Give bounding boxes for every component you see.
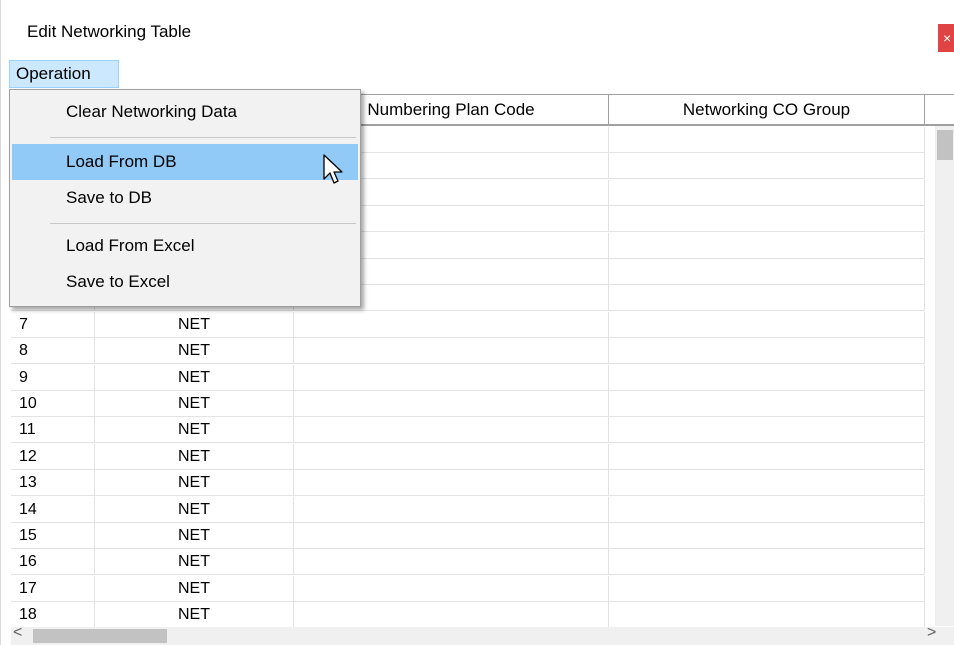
window-title: Edit Networking Table xyxy=(27,22,192,41)
networking-co-group-cell[interactable] xyxy=(609,549,925,576)
row-number-cell[interactable]: 8 xyxy=(11,338,95,365)
numbering-plan-code-cell[interactable] xyxy=(294,364,609,391)
row-number-cell[interactable]: 13 xyxy=(11,470,95,497)
networking-co-group-cell[interactable] xyxy=(609,179,925,206)
numbering-plan-code-cell[interactable] xyxy=(294,338,609,365)
networking-co-group-cell[interactable] xyxy=(609,338,925,365)
close-button[interactable]: × xyxy=(938,24,954,52)
row-number-cell[interactable]: 15 xyxy=(11,523,95,549)
table-row[interactable]: 9 NET xyxy=(11,364,925,391)
type-cell[interactable]: NET xyxy=(95,417,294,444)
menu-separator xyxy=(50,137,356,138)
edit-networking-table-window: Edit Networking Table × Operation Number… xyxy=(0,0,954,645)
horizontal-scrollbar[interactable]: < > xyxy=(11,624,954,645)
type-cell[interactable]: NET xyxy=(95,470,294,497)
networking-co-group-cell[interactable] xyxy=(609,311,925,338)
row-number-cell[interactable]: 7 xyxy=(11,311,95,338)
networking-co-group-cell[interactable] xyxy=(609,153,925,180)
networking-co-group-cell[interactable] xyxy=(609,364,925,391)
networking-co-group-cell[interactable] xyxy=(609,443,925,470)
networking-co-group-cell[interactable] xyxy=(609,602,925,629)
type-cell[interactable]: NET xyxy=(95,338,294,365)
networking-co-group-cell[interactable] xyxy=(609,470,925,497)
row-number-cell[interactable]: 16 xyxy=(11,549,95,576)
table-row[interactable]: 15 NET xyxy=(11,523,925,549)
menu-item-clear-networking-data[interactable]: Clear Networking Data xyxy=(12,94,358,130)
operation-dropdown-menu: Clear Networking Data Load From DB Save … xyxy=(9,89,361,307)
networking-co-group-cell[interactable] xyxy=(609,206,925,233)
row-number-cell[interactable]: 14 xyxy=(11,496,95,523)
table-row[interactable]: 8 NET xyxy=(11,338,925,365)
table-row[interactable]: 7 NET xyxy=(11,311,925,338)
scroll-right-arrow-icon[interactable]: > xyxy=(927,624,936,642)
table-row[interactable]: 10 NET xyxy=(11,391,925,417)
row-number-cell[interactable]: 17 xyxy=(11,575,95,602)
numbering-plan-code-cell[interactable] xyxy=(294,496,609,523)
type-cell[interactable]: NET xyxy=(95,523,294,549)
numbering-plan-code-cell[interactable] xyxy=(294,549,609,576)
networking-co-group-cell[interactable] xyxy=(609,232,925,259)
row-number-cell[interactable]: 11 xyxy=(11,417,95,444)
table-row[interactable]: 16 NET xyxy=(11,549,925,576)
table-row[interactable]: 11 NET xyxy=(11,417,925,444)
menu-item-load-from-excel[interactable]: Load From Excel xyxy=(12,228,358,264)
menu-operation[interactable]: Operation xyxy=(9,60,119,88)
networking-co-group-cell[interactable] xyxy=(609,496,925,523)
type-cell[interactable]: NET xyxy=(95,364,294,391)
menu-item-load-from-db[interactable]: Load From DB xyxy=(12,144,358,180)
numbering-plan-code-cell[interactable] xyxy=(294,523,609,549)
table-row[interactable]: 17 NET xyxy=(11,575,925,602)
row-number-cell[interactable]: 10 xyxy=(11,391,95,417)
numbering-plan-code-cell[interactable] xyxy=(294,391,609,417)
numbering-plan-code-cell[interactable] xyxy=(294,602,609,629)
networking-co-group-cell[interactable] xyxy=(609,259,925,285)
menu-item-save-to-db[interactable]: Save to DB xyxy=(12,180,358,216)
menu-separator xyxy=(50,223,356,224)
mouse-pointer-icon xyxy=(323,154,343,184)
networking-co-group-cell[interactable] xyxy=(609,391,925,417)
row-number-cell[interactable]: 12 xyxy=(11,443,95,470)
networking-co-group-cell[interactable] xyxy=(609,285,925,312)
title-bar: Edit Networking Table × xyxy=(1,0,954,58)
type-cell[interactable]: NET xyxy=(95,549,294,576)
networking-co-group-cell[interactable] xyxy=(609,417,925,444)
type-cell[interactable]: NET xyxy=(95,443,294,470)
type-cell[interactable]: NET xyxy=(95,575,294,602)
vertical-scroll-thumb[interactable] xyxy=(937,130,953,160)
horizontal-scroll-thumb[interactable] xyxy=(33,629,167,643)
vertical-scrollbar[interactable] xyxy=(935,126,954,626)
table-row[interactable]: 14 NET xyxy=(11,496,925,523)
numbering-plan-code-cell[interactable] xyxy=(294,311,609,338)
scroll-left-arrow-icon[interactable]: < xyxy=(13,624,22,642)
column-header-networking-co-group[interactable]: Networking CO Group xyxy=(609,94,925,126)
table-row[interactable]: 13 NET xyxy=(11,470,925,497)
column-header-extra[interactable] xyxy=(925,94,954,126)
numbering-plan-code-cell[interactable] xyxy=(294,443,609,470)
networking-co-group-cell[interactable] xyxy=(609,523,925,549)
numbering-plan-code-cell[interactable] xyxy=(294,470,609,497)
type-cell[interactable]: NET xyxy=(95,391,294,417)
row-number-cell[interactable]: 9 xyxy=(11,364,95,391)
networking-co-group-cell[interactable] xyxy=(609,127,925,153)
networking-co-group-cell[interactable] xyxy=(609,575,925,602)
table-row[interactable]: 18 NET xyxy=(11,602,925,629)
menu-item-save-to-excel[interactable]: Save to Excel xyxy=(12,264,358,300)
type-cell[interactable]: NET xyxy=(95,311,294,338)
type-cell[interactable]: NET xyxy=(95,496,294,523)
numbering-plan-code-cell[interactable] xyxy=(294,575,609,602)
type-cell[interactable]: NET xyxy=(95,602,294,629)
numbering-plan-code-cell[interactable] xyxy=(294,417,609,444)
table-row[interactable]: 12 NET xyxy=(11,443,925,470)
row-number-cell[interactable]: 18 xyxy=(11,602,95,629)
